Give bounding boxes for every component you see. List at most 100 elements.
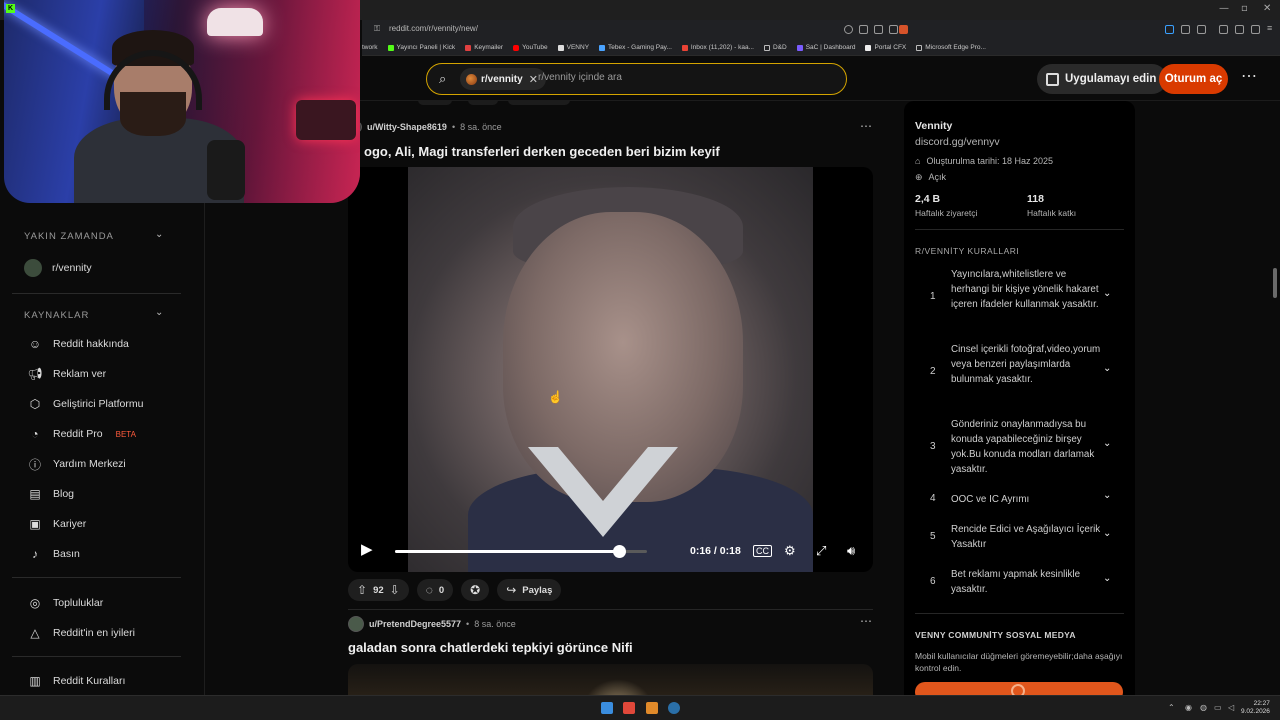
extension-icon[interactable] <box>1165 25 1174 34</box>
sidebar-item-communities[interactable]: ◎ Topluluklar <box>27 595 103 611</box>
sidebar-item-developer[interactable]: ⬡ Geliştirici Platformu <box>27 396 144 412</box>
captions-icon[interactable]: CC <box>753 545 772 557</box>
upvote-icon[interactable]: ⇧ <box>357 583 367 597</box>
bookmark-item[interactable]: D&D <box>763 44 787 51</box>
install-app-icon[interactable] <box>859 25 868 34</box>
sidebar-item-blog[interactable]: ▤ Blog <box>27 486 74 502</box>
downvote-icon[interactable]: ⇩ <box>390 583 400 597</box>
sidebar-item-rules[interactable]: ▥ Reddit Kuralları <box>27 673 125 689</box>
previous-post-action[interactable] <box>508 101 570 105</box>
rule-item[interactable]: 2 Cinsel içerikli fotoğraf,video,yorum v… <box>904 342 1135 404</box>
wallet-icon[interactable] <box>1251 25 1260 34</box>
windows-start-icon[interactable] <box>601 702 613 714</box>
favorite-icon[interactable] <box>889 25 898 34</box>
system-clock[interactable]: 22:27 9.02.2026 <box>1241 700 1270 716</box>
play-icon[interactable]: ▶ <box>361 540 373 558</box>
url-field[interactable]: reddit.com/r/vennity/new/ <box>389 24 478 33</box>
login-button[interactable]: Oturum aç <box>1159 64 1228 94</box>
post-options-icon[interactable]: ⋯ <box>860 614 872 628</box>
search-bar[interactable]: ⌕ r/vennity ✕ <box>426 63 847 95</box>
get-app-button[interactable]: Uygulamayı edin <box>1037 64 1168 94</box>
sidebar-item-careers[interactable]: ▣ Kariyer <box>27 516 86 532</box>
previous-post-action[interactable] <box>468 101 498 105</box>
rule-item[interactable]: 1 Yayıncılara,whitelistlere ve herhangi … <box>904 267 1135 329</box>
bookmark-item[interactable]: Tebex - Gaming Pay... <box>599 44 672 51</box>
chevron-down-icon[interactable]: ⌄ <box>1103 490 1111 501</box>
sidebar-item-about[interactable]: ☺ Reddit hakkında <box>27 336 129 352</box>
tray-chevron-icon[interactable]: ⌃ <box>1168 703 1175 712</box>
read-aloud-icon[interactable] <box>874 25 883 34</box>
close-icon[interactable]: ✕ <box>1263 3 1271 14</box>
app-icon[interactable] <box>646 702 658 714</box>
chevron-down-icon[interactable]: ⌄ <box>1103 288 1111 299</box>
social-media-button[interactable] <box>915 682 1123 695</box>
zoom-icon[interactable] <box>844 25 853 34</box>
post-options-icon[interactable]: ⋯ <box>860 119 872 133</box>
chevron-down-icon[interactable]: ⌄ <box>1103 573 1111 584</box>
minimize-icon[interactable]: — <box>1219 3 1229 14</box>
video-progress-bar[interactable] <box>395 545 647 558</box>
recent-item-vennity[interactable]: r/vennity <box>24 259 92 277</box>
bookmark-item[interactable]: Keymailer <box>465 44 503 51</box>
bookmark-item[interactable]: Microsoft Edge Pro... <box>916 44 986 51</box>
volume-icon[interactable]: 🔊︎ <box>847 543 855 559</box>
bookmark-item[interactable]: Portal CFX <box>865 44 906 51</box>
steam-icon[interactable] <box>668 702 680 714</box>
more-options-icon[interactable]: ⋯ <box>1241 66 1257 86</box>
tray-app-icon[interactable]: ◉ <box>1185 703 1192 712</box>
bookmark-item[interactable]: Inbox (11,202) - kaa... <box>681 44 754 51</box>
chevron-down-icon[interactable]: ⌄ <box>1103 363 1111 374</box>
sidebar-item-advertise[interactable]: 📢︎ Reklam ver <box>27 366 106 382</box>
menu-icon[interactable]: ≡ <box>1267 23 1276 33</box>
page-scrollbar[interactable] <box>1273 268 1277 298</box>
extensions-puzzle-icon[interactable] <box>1197 25 1206 34</box>
chevron-down-icon[interactable]: ⌄ <box>1103 438 1111 449</box>
post-title[interactable]: ogo, Ali, Magi transferleri derken geced… <box>364 144 720 159</box>
tray-app-icon[interactable]: ◍ <box>1200 703 1207 712</box>
rule-item[interactable]: 5 Rencide Edici ve Aşağılayıcı İçerik Ya… <box>904 522 1135 554</box>
sidebar-item-press[interactable]: ♪ Basın <box>27 546 80 562</box>
comments-button[interactable]: ◌ 0 <box>416 579 454 601</box>
recent-section-header[interactable]: YAKIN ZAMANDA <box>24 231 114 242</box>
bookmark-item[interactable]: SaC | Dashboard <box>796 44 855 51</box>
brave-browser-icon[interactable] <box>623 702 635 714</box>
bookmark-item[interactable]: twork <box>362 44 378 51</box>
post-media-thumbnail[interactable] <box>348 664 873 695</box>
chevron-up-icon[interactable]: ⌄ <box>155 307 163 318</box>
extension-icon[interactable] <box>1181 25 1190 34</box>
remove-filter-icon[interactable]: ✕ <box>529 73 538 86</box>
rule-item[interactable]: 3 Gönderiniz onaylanmadıysa bu konuda ya… <box>904 417 1135 479</box>
video-scrubber-handle[interactable] <box>613 545 627 558</box>
bookmark-item[interactable]: Yayıncı Paneli | Kick <box>387 44 455 51</box>
bookmark-item[interactable]: VENNY <box>557 44 589 51</box>
share-button[interactable]: ↪ Paylaş <box>497 579 562 601</box>
post-author[interactable]: u/Witty-Shape8619 <box>367 122 447 132</box>
sidebar-icon[interactable] <box>1235 25 1244 34</box>
resources-section-header[interactable]: KAYNAKLAR <box>24 310 89 321</box>
settings-gear-icon[interactable]: ⚙ <box>784 543 796 559</box>
community-link[interactable]: discord.gg/vennyv <box>915 136 1000 148</box>
media-icon[interactable] <box>1219 25 1228 34</box>
avatar[interactable] <box>348 616 364 632</box>
site-info-icon[interactable]: ⚿ <box>374 24 380 34</box>
fullscreen-icon[interactable]: ⤢ <box>816 543 826 559</box>
chevron-up-icon[interactable]: ⌄ <box>155 229 163 240</box>
post-title[interactable]: galadan sonra chatlerdeki tepkiyi görünc… <box>348 640 633 655</box>
post-author[interactable]: u/PretendDegree5577 <box>369 619 461 629</box>
speaker-icon[interactable]: ◁ <box>1228 703 1234 712</box>
chevron-down-icon[interactable]: ⌄ <box>1103 528 1111 539</box>
previous-post-action[interactable] <box>418 101 452 105</box>
rule-item[interactable]: 6 Bet reklamı yapmak kesinlikle yasaktır… <box>904 567 1135 599</box>
bookmark-item[interactable]: YouTube <box>513 44 548 51</box>
subreddit-filter-chip[interactable]: r/vennity ✕ <box>460 68 546 90</box>
sidebar-item-help[interactable]: ⓘ Yardım Merkezi <box>27 456 126 472</box>
sidebar-item-reddit-pro[interactable]: ◔ Reddit Pro BETA <box>27 426 136 442</box>
search-input[interactable] <box>538 72 818 83</box>
brave-shield-icon[interactable] <box>899 25 908 34</box>
sidebar-item-best-of[interactable]: △ Reddit'in en iyileri <box>27 625 135 641</box>
network-icon[interactable]: ▭ <box>1214 703 1222 712</box>
restore-icon[interactable]: ▫ <box>1241 3 1248 14</box>
rule-item[interactable]: 4 OOC ve IC Ayrımı ⌄ <box>904 490 1135 512</box>
video-player[interactable]: ▶ 0:16 / 0:18 CC ⚙ ⤢ 🔊︎ <box>348 167 873 572</box>
award-button[interactable]: ✪ <box>461 579 490 601</box>
